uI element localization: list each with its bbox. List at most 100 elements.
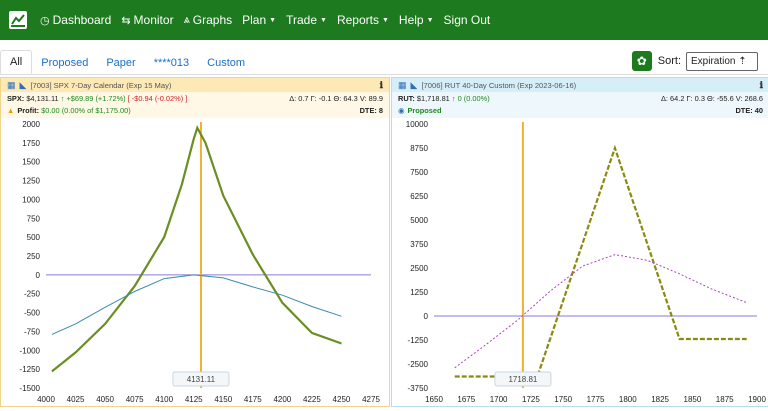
- nav-item-label: Monitor: [133, 13, 174, 27]
- status-line: ▲ Profit: $0.00 (0.00% of $1,175.00) DTE…: [1, 104, 389, 116]
- x-tick-label: 1750: [554, 395, 572, 404]
- quote-change: ↑ +$69.89 (+1.72%): [60, 93, 126, 103]
- caret-down-icon: ▼: [320, 16, 327, 24]
- nav-item-help[interactable]: Help ▼: [399, 13, 434, 27]
- dte: DTE: 40: [735, 105, 763, 115]
- greeks: Δ: 0.7 Γ: -0.1 Θ: 64.3 V: 89.9: [289, 93, 383, 103]
- caret-down-icon: ▼: [381, 16, 389, 24]
- nav-item-reports[interactable]: Reports ▼: [337, 13, 389, 27]
- quote-change: ↑ 0 (0.00%): [451, 93, 490, 103]
- y-tick-label: 10000: [406, 120, 429, 129]
- quote-change-secondary: [ -$0.94 (-0.02%) ]: [127, 93, 188, 103]
- caret-down-icon: ▼: [426, 16, 434, 24]
- y-tick-label: -750: [24, 327, 41, 336]
- x-tick-label: 4125: [185, 395, 203, 404]
- x-tick-label: 1650: [425, 395, 443, 404]
- warning-icon: ▲: [7, 105, 15, 115]
- series-expiration-line: [454, 144, 747, 378]
- y-tick-label: 3750: [410, 240, 428, 249]
- y-tick-label: -1250: [20, 365, 41, 374]
- chart-icon[interactable]: ◣: [411, 80, 418, 91]
- y-tick-label: 0: [424, 312, 429, 321]
- tab-1[interactable]: Proposed: [32, 52, 97, 74]
- nav-item-plan[interactable]: Plan ▼: [242, 13, 276, 27]
- x-tick-label: 1675: [457, 395, 475, 404]
- sort-select[interactable]: Expiration ⇡: [686, 51, 758, 71]
- y-tick-label: 1000: [22, 195, 40, 204]
- graphs-icon: ⩓: [183, 13, 190, 26]
- position-panel-rut: ▦ ◣ [7006] RUT 40-Day Custom (Exp 2023-0…: [391, 77, 768, 407]
- nav-item-label: Help: [398, 13, 424, 27]
- series-today-line: [454, 254, 747, 369]
- y-tick-label: 7500: [410, 168, 428, 177]
- y-tick-label: 1500: [22, 158, 40, 167]
- tab-3[interactable]: ****013: [145, 52, 198, 74]
- status-line: ◉ Proposed DTE: 40: [392, 104, 768, 116]
- grid-icon[interactable]: ▦: [398, 80, 407, 91]
- panel-title: [7003] SPX 7-Day Calendar (Exp 15 May): [30, 80, 172, 90]
- nav-item-label: Dashboard: [52, 13, 112, 27]
- nav-item-label: Plan: [242, 13, 267, 27]
- quote-symbol: SPX:: [7, 93, 25, 103]
- tabs-divider: [0, 74, 768, 75]
- y-tick-label: -1000: [20, 346, 41, 355]
- grid-icon[interactable]: ▦: [7, 80, 16, 91]
- panel-header: ▦ ◣ [7006] RUT 40-Day Custom (Exp 2023-0…: [392, 78, 768, 92]
- quote-line: SPX: $4,131.11 ↑ +$69.89 (+1.72%) [ -$0.…: [1, 92, 389, 104]
- tab-4[interactable]: Custom: [198, 52, 254, 74]
- tab-0[interactable]: All: [0, 50, 33, 74]
- series-today-line: [51, 274, 342, 335]
- y-tick-label: 2000: [22, 120, 40, 129]
- nav-item-sign-out[interactable]: Sign Out: [444, 13, 491, 27]
- y-tick-label: 5000: [410, 216, 428, 225]
- x-tick-label: 4000: [37, 395, 55, 404]
- nav-item-graphs[interactable]: ⩓ Graphs: [184, 13, 233, 27]
- y-tick-label: 2500: [410, 264, 428, 273]
- x-tick-label: 1800: [619, 395, 637, 404]
- x-tick-label: 1825: [651, 395, 669, 404]
- current-price-label: 4131.11: [187, 375, 216, 384]
- sort-label: Sort:: [657, 55, 681, 67]
- x-tick-label: 1900: [748, 395, 766, 404]
- y-tick-label: 6250: [410, 192, 428, 201]
- payoff-chart-spx[interactable]: 2000 1750 1500 1250 1000 750 500 250 0 -250 -500 -7…: [1, 118, 389, 406]
- info-icon[interactable]: ℹ: [760, 80, 763, 91]
- payoff-chart-rut[interactable]: 10000 8750 7500 6250 5000 3750 2500 1250 0 -1250 -…: [392, 118, 768, 406]
- y-tick-label: -3750: [408, 384, 429, 393]
- info-icon[interactable]: ℹ: [380, 80, 383, 91]
- x-tick-label: 4025: [67, 395, 85, 404]
- nav-item-label: Sign Out: [443, 13, 491, 27]
- x-tick-label: 1775: [587, 395, 605, 404]
- nav-menu: ◷ Dashboard ⇆ Monitor ⩓ Graphs Plan ▼ Trade ▼ Repo…: [40, 13, 500, 27]
- x-tick-label: 4075: [126, 395, 144, 404]
- y-tick-label: -500: [24, 309, 41, 318]
- x-tick-label: 4050: [96, 395, 114, 404]
- quote-line: RUT: $1,718.81 ↑ 0 (0.00%) Δ: 64.2 Γ: 0.…: [392, 92, 768, 104]
- panel-title: [7006] RUT 40-Day Custom (Exp 2023-06-16…: [421, 80, 577, 90]
- chart-icon[interactable]: ◣: [20, 80, 27, 91]
- y-tick-label: 750: [27, 214, 41, 223]
- gear-icon[interactable]: ✿: [631, 51, 652, 71]
- x-tick-label: 1875: [716, 395, 734, 404]
- app-logo-icon[interactable]: [8, 10, 28, 30]
- y-tick-label: 500: [27, 233, 41, 242]
- tab-2[interactable]: Paper: [97, 52, 144, 74]
- x-tick-label: 1700: [490, 395, 508, 404]
- quote-price: $1,718.81: [416, 93, 450, 103]
- monitor-icon: ⇆: [121, 14, 131, 27]
- status-value: $0.00 (0.00% of $1,175.00): [41, 105, 131, 115]
- x-tick-label: 1850: [684, 395, 702, 404]
- nav-item-dashboard[interactable]: ◷ Dashboard: [40, 13, 111, 27]
- x-tick-label: 4200: [273, 395, 291, 404]
- y-tick-label: 8750: [410, 144, 428, 153]
- y-tick-label: 1250: [410, 288, 428, 297]
- quote-symbol: RUT:: [398, 93, 415, 103]
- current-price-label: 1718.81: [508, 375, 537, 384]
- dashboard-icon: ◷: [40, 14, 50, 27]
- nav-item-monitor[interactable]: ⇆ Monitor: [121, 13, 173, 27]
- nav-item-trade[interactable]: Trade ▼: [286, 13, 327, 27]
- x-tick-label: 4250: [333, 395, 351, 404]
- position-panel-spx: ▦ ◣ [7003] SPX 7-Day Calendar (Exp 15 Ma…: [0, 77, 390, 407]
- x-tick-label: 4150: [214, 395, 232, 404]
- nav-item-label: Graphs: [192, 13, 233, 27]
